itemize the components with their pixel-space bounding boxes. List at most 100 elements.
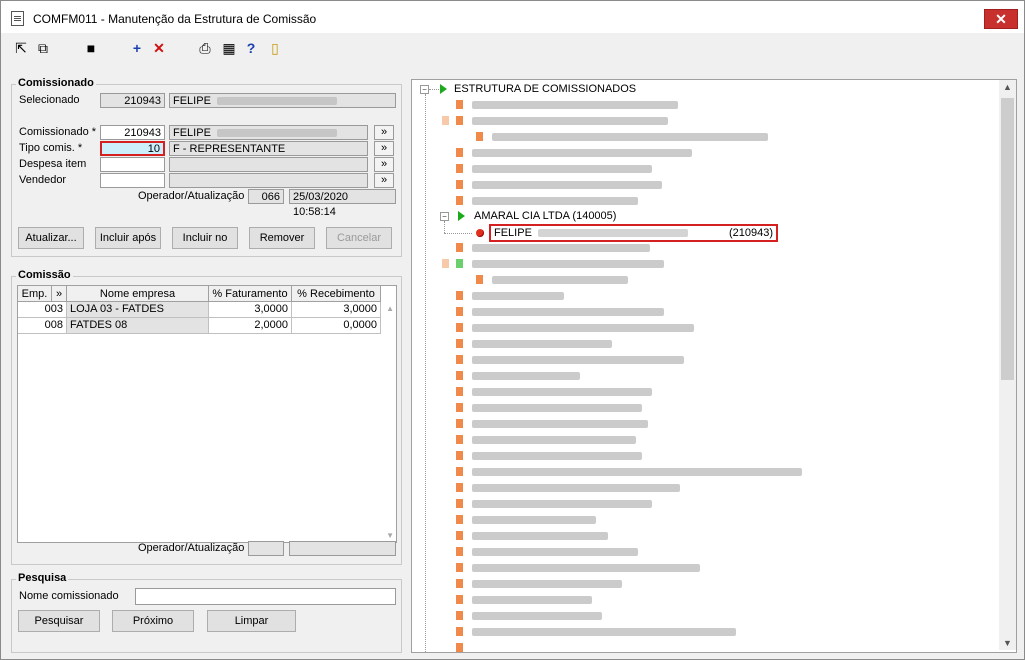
column-header-recebimento[interactable]: % Recebimento [292,286,381,302]
tree-amaral-label[interactable]: AMARAL CIA LTDA (140005) [474,210,616,222]
redacted-node [472,500,652,508]
node-icon [456,515,463,524]
vendedor-desc [169,173,368,188]
help-icon[interactable]: ? [243,40,259,56]
node-icon [456,196,463,205]
tree-root-label[interactable]: ESTRUTURA DE COMISSIONADOS [454,83,636,95]
comissao-title: Comissão [16,269,73,281]
vendedor-lookup-button[interactable]: » [374,173,394,188]
column-header-emp[interactable]: Emp. [18,286,52,302]
cell-recebimento[interactable]: 3,0000 [292,302,381,318]
commission-tree[interactable]: − ESTRUTURA DE COMISSIONADOS − AMARAL CI… [411,79,1017,653]
redacted-node [472,244,650,252]
scroll-thumb[interactable] [1001,98,1014,380]
redacted-node [472,420,648,428]
root-expander-icon[interactable]: − [420,85,429,94]
redacted-node [472,292,564,300]
cell-faturamento[interactable]: 2,0000 [209,318,292,334]
redacted-node [472,165,652,173]
node-icon [442,259,449,268]
tree-scrollbar[interactable]: ▲ ▼ [999,80,1016,650]
comissionado-lookup-button[interactable]: » [374,125,394,140]
amaral-expander-icon[interactable]: − [440,212,449,221]
title-bar: COMFM011 - Manutenção da Estrutura de Co… [1,1,1024,33]
scroll-down-icon[interactable]: ▼ [999,638,1016,648]
redacted-node [472,181,662,189]
node-icon [456,403,463,412]
node-icon [456,531,463,540]
redacted-text [537,229,688,238]
amaral-node-icon [458,211,465,221]
tree-connector [444,233,472,234]
node-icon [456,180,463,189]
node-icon [456,643,463,652]
tree-connector [444,221,445,233]
prev-icon[interactable]: ⧉ [35,40,51,56]
comissionado-name: FELIPE [169,125,368,140]
vendedor-input[interactable] [100,173,165,188]
remover-button[interactable]: Remover [249,227,315,249]
redacted-node [472,117,668,125]
proximo-button[interactable]: Próximo [112,610,194,632]
add-icon[interactable]: + [129,40,145,56]
node-icon [456,627,463,636]
node-icon [456,148,463,157]
redacted-node [472,101,678,109]
cell-emp[interactable]: 008 [18,318,67,334]
delete-icon[interactable]: ✕ [151,40,167,56]
redacted-node [472,388,652,396]
node-icon [456,371,463,380]
first-icon[interactable]: ⇱ [13,40,29,56]
limpar-button[interactable]: Limpar [207,610,296,632]
exit-icon[interactable]: ▯ [267,40,283,56]
toolbar: ⇱ ⧉ ■ + ✕ ⎙ ▦ ? ▯ [1,33,1024,63]
comissionado-name-text: FELIPE [173,127,211,139]
felipe-node-icon [476,229,484,237]
close-button[interactable]: ✕ [984,9,1018,29]
document-icon [11,11,24,26]
comissionado-label: Comissionado * [19,126,97,138]
pesquisar-button[interactable]: Pesquisar [18,610,100,632]
redacted-node [472,149,692,157]
scroll-up-icon[interactable]: ▲ [999,82,1016,92]
incluir-no-button[interactable]: Incluir no [172,227,238,249]
incluir-apos-button[interactable]: Incluir após [95,227,161,249]
selected-node-name: FELIPE [494,227,532,239]
redacted-node [472,260,664,268]
tipo-comis-lookup-button[interactable]: » [374,141,394,156]
column-header-lookup[interactable]: » [52,286,67,302]
nome-comissionado-label: Nome comissionado [19,590,119,602]
atualizar-button[interactable]: Atualizar... [18,227,84,249]
grid-scroll-up-icon[interactable]: ▲ [386,304,394,313]
grid-scroll-down-icon[interactable]: ▼ [386,531,394,540]
selecionado-code: 210943 [100,93,165,108]
calc-icon[interactable]: ▦ [221,40,237,56]
column-header-nome-empresa[interactable]: Nome empresa [67,286,209,302]
redacted-text [216,129,337,138]
despesa-item-input[interactable] [100,157,165,172]
tree-selected-node[interactable]: FELIPE (210943) [489,224,778,242]
cell-nome[interactable]: LOJA 03 - FATDES [67,302,209,318]
cancelar-button[interactable]: Cancelar [326,227,392,249]
node-icon [456,547,463,556]
window-title: COMFM011 - Manutenção da Estrutura de Co… [33,12,317,26]
node-icon [456,291,463,300]
print-icon[interactable]: ⎙ [197,40,213,56]
operador-label: Operador/Atualização [138,190,245,202]
save-icon[interactable]: ■ [83,40,99,56]
node-icon [456,419,463,428]
pesquisa-title: Pesquisa [16,572,69,584]
nome-comissionado-input[interactable] [135,588,396,605]
cell-recebimento[interactable]: 0,0000 [292,318,381,334]
comissionado-code-input[interactable]: 210943 [100,125,165,140]
cell-nome[interactable]: FATDES 08 [67,318,209,334]
comissao-operador-datetime [289,541,396,556]
node-icon [456,243,463,252]
redacted-node [472,452,642,460]
redacted-node [472,564,700,572]
cell-emp[interactable]: 003 [18,302,67,318]
despesa-lookup-button[interactable]: » [374,157,394,172]
cell-faturamento[interactable]: 3,0000 [209,302,292,318]
tipo-comis-input[interactable]: 10 [100,141,165,156]
column-header-faturamento[interactable]: % Faturamento [209,286,292,302]
